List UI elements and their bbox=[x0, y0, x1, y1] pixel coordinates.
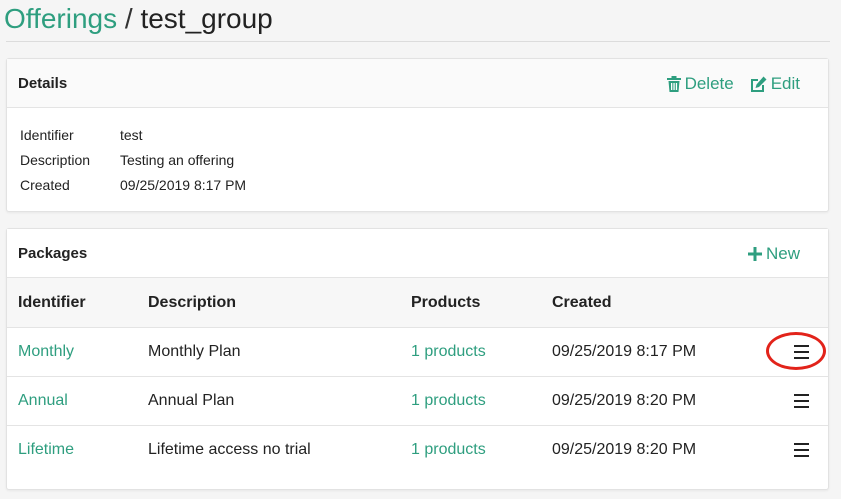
table-row: Annual Annual Plan 1 products 09/25/2019… bbox=[7, 377, 828, 426]
detail-row: Identifier test bbox=[20, 126, 815, 151]
package-identifier-link[interactable]: Lifetime bbox=[18, 441, 74, 459]
packages-header: Packages New bbox=[7, 229, 828, 277]
detail-value: 09/25/2019 8:17 PM bbox=[120, 177, 247, 193]
hamburger-menu-icon[interactable] bbox=[794, 443, 810, 457]
packages-card: Packages New Identifier Description Prod… bbox=[6, 228, 829, 490]
detail-label: Created bbox=[20, 177, 70, 193]
package-created: 09/25/2019 8:20 PM bbox=[552, 441, 697, 458]
package-description: Lifetime access no trial bbox=[148, 441, 311, 458]
detail-label: Description bbox=[20, 152, 91, 168]
detail-row: Created 09/25/2019 8:17 PM bbox=[20, 176, 815, 201]
packages-table-header: Identifier Description Products Created bbox=[7, 277, 828, 328]
detail-label: Identifier bbox=[20, 127, 74, 143]
breadcrumb-offerings-link[interactable]: Offerings bbox=[4, 3, 117, 34]
breadcrumb-separator: / bbox=[124, 3, 133, 34]
edit-button[interactable]: Edit bbox=[750, 74, 800, 94]
package-products-link[interactable]: 1 products bbox=[411, 441, 486, 459]
package-description: Monthly Plan bbox=[148, 343, 241, 360]
column-header-identifier: Identifier bbox=[18, 293, 86, 311]
details-body: Identifier test Description Testing an o… bbox=[7, 108, 828, 201]
package-description: Annual Plan bbox=[148, 392, 235, 409]
detail-row: Description Testing an offering bbox=[20, 151, 815, 176]
package-identifier-link[interactable]: Monthly bbox=[18, 343, 74, 361]
edit-icon bbox=[750, 76, 767, 92]
edit-label: Edit bbox=[770, 74, 800, 93]
delete-button[interactable]: Delete bbox=[666, 74, 734, 94]
hamburger-menu-icon[interactable] bbox=[794, 394, 810, 408]
details-title: Details bbox=[18, 75, 68, 92]
packages-actions: New bbox=[747, 244, 800, 264]
table-row: Lifetime Lifetime access no trial 1 prod… bbox=[7, 426, 828, 474]
detail-value: Testing an offering bbox=[120, 152, 235, 168]
table-row: Monthly Monthly Plan 1 products 09/25/20… bbox=[7, 328, 828, 377]
package-identifier-link[interactable]: Annual bbox=[18, 392, 68, 410]
package-products-link[interactable]: 1 products bbox=[411, 343, 486, 361]
details-actions: Delete Edit bbox=[666, 74, 800, 94]
trash-icon bbox=[666, 76, 681, 92]
breadcrumb-current: test_group bbox=[140, 3, 273, 34]
hamburger-menu-icon[interactable] bbox=[794, 345, 810, 359]
package-products-link[interactable]: 1 products bbox=[411, 392, 486, 410]
delete-label: Delete bbox=[684, 74, 734, 93]
package-created: 09/25/2019 8:20 PM bbox=[552, 392, 697, 409]
breadcrumb: Offerings / test_group bbox=[4, 2, 273, 36]
column-header-created: Created bbox=[552, 293, 612, 311]
details-card: Details Delete Edit Identifier test Desc… bbox=[6, 58, 829, 212]
column-header-products: Products bbox=[411, 293, 481, 311]
new-package-button[interactable]: New bbox=[747, 244, 800, 264]
packages-title: Packages bbox=[18, 245, 88, 262]
detail-value: test bbox=[120, 127, 143, 143]
details-header: Details Delete Edit bbox=[7, 59, 828, 108]
package-created: 09/25/2019 8:17 PM bbox=[552, 343, 697, 360]
plus-icon bbox=[747, 247, 762, 261]
new-label: New bbox=[765, 244, 800, 263]
header-divider bbox=[6, 41, 830, 42]
column-header-description: Description bbox=[148, 293, 237, 311]
